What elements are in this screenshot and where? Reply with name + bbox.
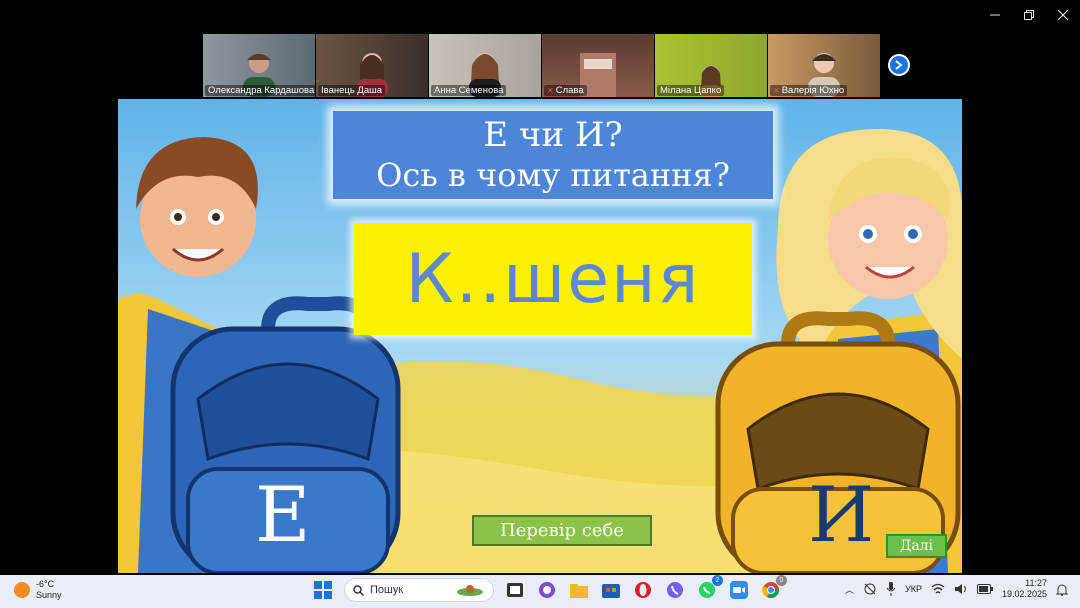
participant-name: Анна Семенова: [431, 85, 507, 96]
participant-name: Олександра Кардашова: [205, 85, 315, 96]
weather-widget[interactable]: -6°C Sunny: [14, 579, 62, 601]
answer-letter-e[interactable]: Е: [255, 477, 310, 553]
opera-button[interactable]: [632, 579, 654, 601]
search-label: Пошук: [370, 584, 404, 596]
participant-tile[interactable]: Мілана Цапко: [655, 34, 767, 97]
participant-tile[interactable]: Олександра Кардашова: [203, 34, 315, 97]
participant-tile[interactable]: ✕ Валерія Юхно: [768, 34, 880, 97]
minimize-button[interactable]: [978, 0, 1012, 30]
network-offline-icon[interactable]: [863, 583, 877, 595]
speaker-icon[interactable]: [954, 583, 968, 595]
check-yourself-button[interactable]: Перевір себе: [472, 515, 652, 546]
store-button[interactable]: [600, 579, 622, 601]
participant-strip: Олександра Кардашова Іванець Даша Анна С…: [203, 34, 880, 97]
notification-badge: 0: [776, 575, 787, 586]
taskbar-apps: Пошук 2 0: [312, 575, 787, 602]
weather-temp: -6°C: [36, 579, 55, 589]
file-explorer-button[interactable]: [568, 579, 590, 601]
mic-muted-icon: ✕: [547, 86, 554, 95]
participant-name: ✕ Слава: [544, 85, 587, 96]
minimize-icon: [990, 14, 1000, 16]
participant-name: Іванець Даша: [318, 85, 386, 96]
shared-slide: Е чи И? Ось в чому питання? К..шеня Е И …: [118, 99, 962, 573]
window-controls: [978, 0, 1080, 30]
word-card: К..шеня: [354, 223, 752, 335]
zoom-icon: [730, 581, 748, 599]
viber-button[interactable]: [664, 579, 686, 601]
word-puzzle: К..шеня: [405, 239, 701, 319]
chevron-up-icon[interactable]: ︿: [845, 583, 854, 596]
title-line-2: Ось в чому питання?: [376, 156, 730, 194]
notifications-bell-icon[interactable]: [1056, 583, 1068, 596]
slide-title: Е чи И? Ось в чому питання?: [333, 111, 773, 199]
task-view-button[interactable]: [504, 579, 526, 601]
battery-icon[interactable]: [976, 584, 993, 594]
weather-desc: Sunny: [36, 590, 62, 600]
search-highlight-icon: [457, 585, 483, 596]
copilot-button[interactable]: [536, 579, 558, 601]
clock[interactable]: 11:27 19.02.2025: [1002, 578, 1047, 600]
folder-icon: [570, 584, 588, 598]
answer-letter-i[interactable]: И: [808, 477, 874, 553]
participant-tile-active[interactable]: Анна Семенова: [429, 34, 541, 97]
taskbar: -6°C Sunny Пошук 2 0 ︿ УКР 11:27 19.02.2…: [0, 575, 1080, 608]
wifi-icon[interactable]: [931, 583, 945, 595]
close-button[interactable]: [1046, 0, 1080, 30]
clock-time: 11:27: [1025, 578, 1047, 588]
microphone-icon[interactable]: [886, 582, 896, 596]
sun-icon: [14, 582, 30, 598]
start-button[interactable]: [312, 579, 334, 601]
participant-name: ✕ Валерія Юхно: [770, 85, 848, 96]
mic-muted-icon: ✕: [773, 86, 780, 95]
store-icon: [602, 584, 620, 598]
title-line-1: Е чи И?: [483, 115, 623, 155]
whatsapp-button[interactable]: 2: [696, 575, 723, 601]
restore-button[interactable]: [1012, 0, 1046, 30]
chrome-button[interactable]: 0: [760, 575, 787, 601]
notification-badge: 2: [712, 575, 723, 586]
chevron-right-icon: [895, 60, 903, 70]
participant-tile[interactable]: Іванець Даша: [316, 34, 428, 97]
participant-tile[interactable]: ✕ Слава: [542, 34, 654, 97]
participant-name: Мілана Цапко: [657, 85, 725, 96]
zoom-button[interactable]: [728, 579, 750, 601]
search-icon: [353, 584, 364, 596]
system-tray: ︿ УКР 11:27 19.02.2025: [845, 578, 1068, 600]
language-indicator[interactable]: УКР: [905, 584, 922, 594]
next-participants-button[interactable]: [888, 54, 910, 76]
task-view-icon: [507, 583, 523, 597]
clock-date: 19.02.2025: [1001, 589, 1047, 599]
copilot-icon: [539, 582, 555, 598]
next-slide-button[interactable]: Далі: [886, 534, 947, 558]
windows-icon: [314, 581, 332, 599]
viber-icon: [667, 582, 683, 598]
close-icon: [1058, 10, 1068, 20]
search-box[interactable]: Пошук: [344, 578, 494, 602]
opera-icon: [635, 582, 651, 598]
restore-icon: [1024, 10, 1034, 20]
